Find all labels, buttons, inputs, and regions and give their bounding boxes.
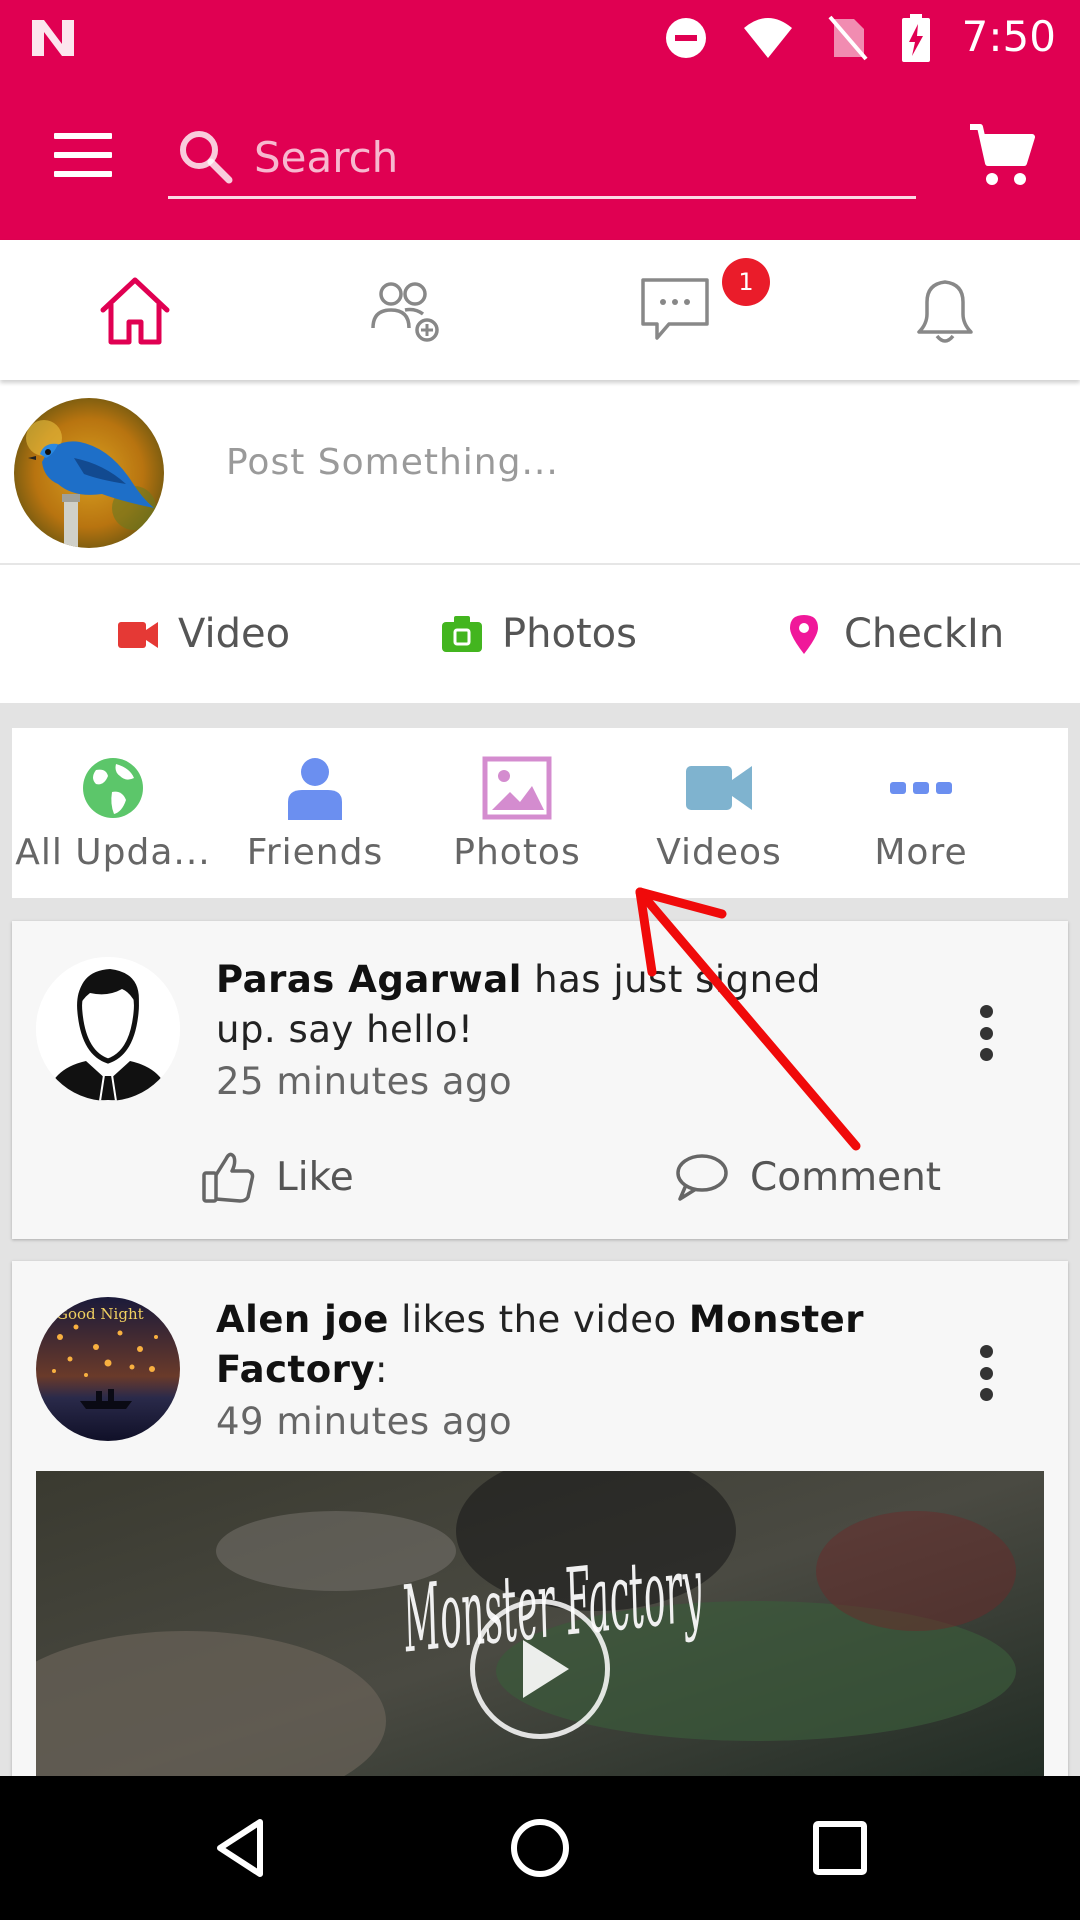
search-icon bbox=[180, 131, 233, 184]
location-pin-icon bbox=[790, 615, 818, 654]
post-options-icon[interactable] bbox=[980, 1005, 994, 1061]
feed-post: Paras Agarwal has just signed up. say he… bbox=[12, 921, 1068, 1239]
comment-button[interactable]: Comment bbox=[674, 1149, 941, 1205]
post-timestamp: 25 minutes ago bbox=[216, 1060, 513, 1103]
camera-icon bbox=[442, 616, 482, 652]
play-icon bbox=[523, 1640, 569, 1698]
post-composer: Post Something... bbox=[0, 380, 1080, 565]
search-input[interactable] bbox=[254, 127, 894, 187]
checkin-button[interactable]: CheckIn bbox=[782, 611, 1004, 657]
add-video-button[interactable]: Video bbox=[116, 611, 290, 657]
author-name[interactable]: Paras Agarwal bbox=[216, 958, 522, 1001]
back-icon[interactable] bbox=[210, 1816, 274, 1880]
home-circle-icon[interactable] bbox=[508, 1816, 572, 1880]
comment-label: Comment bbox=[750, 1154, 942, 1200]
filter-all-updates[interactable]: All Upda... bbox=[12, 728, 214, 898]
tab-home[interactable] bbox=[0, 240, 270, 380]
lanterns-photo: Good Night bbox=[36, 1297, 180, 1441]
notification-n-icon bbox=[32, 20, 74, 56]
video-thumbnail[interactable]: Monster Factory bbox=[36, 1471, 1044, 1801]
home-icon bbox=[100, 277, 170, 345]
person-icon bbox=[288, 758, 342, 820]
video-camera-icon bbox=[118, 622, 158, 648]
filter-label: More bbox=[874, 832, 968, 873]
add-photos-button[interactable]: Photos bbox=[440, 611, 637, 657]
post-message: likes the video bbox=[388, 1298, 689, 1341]
notification-count-badge: 1 bbox=[722, 258, 770, 306]
chat-icon bbox=[641, 278, 709, 340]
video-label: Video bbox=[178, 611, 291, 657]
image-icon bbox=[482, 756, 552, 820]
globe-icon bbox=[83, 758, 143, 818]
battery-charging-icon bbox=[902, 14, 930, 62]
user-avatar[interactable] bbox=[14, 398, 164, 548]
filter-label: Photos bbox=[453, 832, 581, 873]
filter-photos[interactable]: Photos bbox=[416, 728, 618, 898]
tab-messages[interactable] bbox=[540, 240, 810, 380]
tab-notifications[interactable] bbox=[810, 240, 1080, 380]
clock: 7:50 bbox=[961, 12, 1056, 61]
more-dots-icon bbox=[890, 782, 952, 794]
no-sim-icon bbox=[828, 15, 868, 61]
add-friends-icon bbox=[371, 282, 439, 342]
app-bar bbox=[0, 75, 1080, 240]
shopping-cart-icon[interactable] bbox=[968, 123, 1036, 189]
search-bar[interactable] bbox=[168, 115, 916, 199]
recent-apps-icon[interactable] bbox=[808, 1816, 872, 1880]
filter-more[interactable]: More bbox=[820, 728, 1022, 898]
author-avatar[interactable] bbox=[36, 957, 180, 1101]
bluebird-photo bbox=[14, 398, 164, 548]
default-user-icon bbox=[36, 957, 180, 1101]
post-message-end: : bbox=[374, 1348, 388, 1391]
avatar-caption: Good Night bbox=[56, 1305, 144, 1323]
feed-filter-bar: All Upda... Friends Photos Videos More bbox=[12, 728, 1068, 898]
bell-icon bbox=[917, 280, 973, 343]
do-not-disturb-icon bbox=[666, 18, 706, 58]
comment-bubble-icon bbox=[676, 1154, 728, 1201]
post-something-input[interactable]: Post Something... bbox=[226, 442, 559, 483]
tab-friend-requests[interactable] bbox=[270, 240, 540, 380]
filter-label: All Upda... bbox=[15, 832, 211, 873]
checkin-label: CheckIn bbox=[844, 611, 1005, 657]
main-tab-bar: 1 bbox=[0, 240, 1080, 380]
post-options-icon[interactable] bbox=[980, 1345, 994, 1401]
filter-friends[interactable]: Friends bbox=[214, 728, 416, 898]
like-button[interactable]: Like bbox=[200, 1149, 354, 1205]
author-name[interactable]: Alen joe bbox=[216, 1298, 389, 1341]
filter-videos[interactable]: Videos bbox=[618, 728, 820, 898]
wifi-icon bbox=[744, 18, 792, 58]
author-avatar[interactable]: Good Night bbox=[36, 1297, 180, 1441]
like-label: Like bbox=[276, 1154, 354, 1200]
status-bar: 7:50 bbox=[0, 0, 1080, 75]
feed-post: Good Night Alen joe likes the video Mons… bbox=[12, 1261, 1068, 1821]
system-navigation-bar bbox=[0, 1776, 1080, 1920]
thumbs-up-icon bbox=[202, 1152, 255, 1203]
composer-actions: Video Photos CheckIn bbox=[0, 565, 1080, 703]
post-text: Alen joe likes the video Monster Factory… bbox=[216, 1295, 876, 1447]
hamburger-menu-icon[interactable] bbox=[54, 133, 112, 177]
post-text: Paras Agarwal has just signed up. say he… bbox=[216, 955, 876, 1107]
filter-label: Videos bbox=[656, 832, 782, 873]
play-button[interactable] bbox=[470, 1599, 610, 1739]
video-icon bbox=[686, 766, 752, 810]
filter-label: Friends bbox=[246, 832, 384, 873]
photos-label: Photos bbox=[502, 611, 637, 657]
post-timestamp: 49 minutes ago bbox=[216, 1400, 513, 1443]
